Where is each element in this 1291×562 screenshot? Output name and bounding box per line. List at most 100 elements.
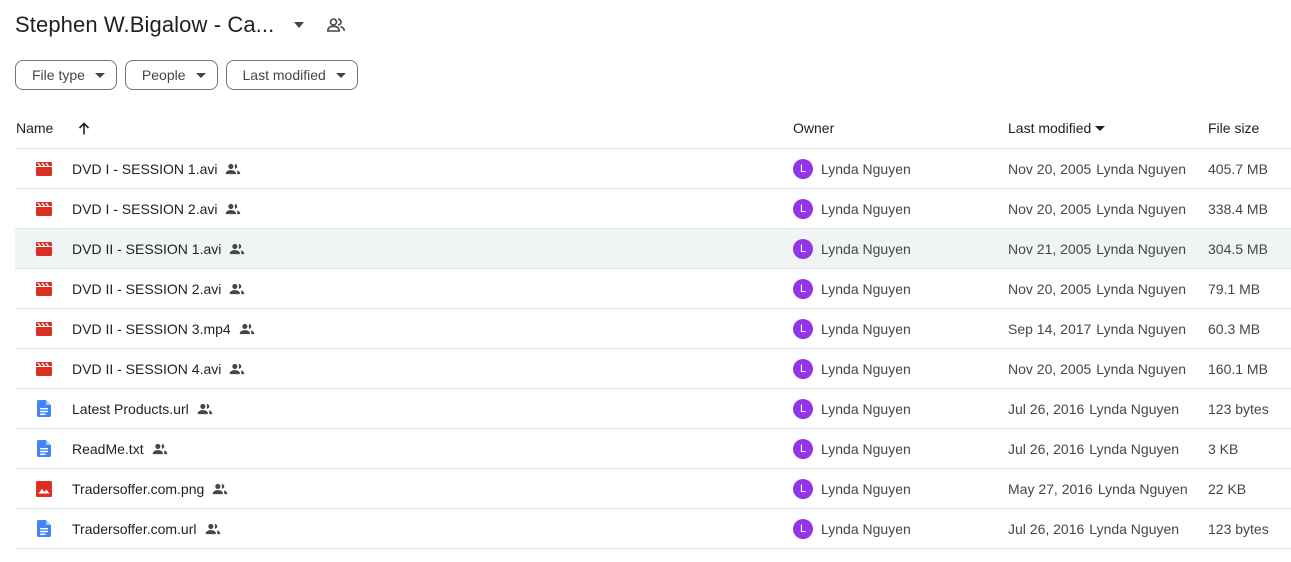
document-file-icon [35, 389, 53, 428]
file-size: 405.7 MB [1208, 160, 1268, 177]
image-file-icon [35, 469, 53, 508]
file-name-cell[interactable]: Tradersoffer.com.url [72, 509, 221, 548]
last-modified-cell: Sep 14, 2017 Lynda Nguyen [1008, 309, 1186, 348]
file-name: Tradersoffer.com.url [72, 520, 197, 537]
owner-cell: L Lynda Nguyen [793, 269, 911, 308]
filter-last-modified[interactable]: Last modified [225, 60, 358, 90]
file-name-cell[interactable]: DVD II - SESSION 4.avi [72, 349, 245, 388]
owner-cell: L Lynda Nguyen [793, 229, 911, 268]
modified-date: Jul 26, 2016 [1008, 400, 1085, 417]
video-file-icon [35, 269, 53, 308]
file-name-cell[interactable]: DVD II - SESSION 3.mp4 [72, 309, 255, 348]
file-size: 60.3 MB [1208, 320, 1261, 337]
shared-people-icon [205, 523, 221, 535]
shared-people-icon [152, 443, 168, 455]
table-row[interactable]: Latest Products.url L Lynda Nguyen Jul 26, … [15, 389, 1291, 429]
file-name-cell[interactable]: ReadMe.txt [72, 429, 168, 468]
last-modified-cell: Nov 21, 2005 Lynda Nguyen [1008, 229, 1186, 268]
table-row[interactable]: DVD I - SESSION 1.avi L Lynda Nguyen Nov 20… [15, 149, 1291, 189]
file-size: 123 bytes [1208, 520, 1269, 537]
avatar: L [793, 198, 813, 219]
file-name: Latest Products.url [72, 400, 189, 417]
column-header-last-modified[interactable]: Last modified [1008, 108, 1106, 148]
shared-people-icon[interactable] [324, 13, 348, 37]
file-name: DVD I - SESSION 1.avi [72, 160, 218, 177]
owner-name: Lynda Nguyen [821, 360, 911, 377]
file-name: DVD II - SESSION 1.avi [72, 240, 222, 257]
file-size: 304.5 MB [1208, 240, 1268, 257]
filter-file-type[interactable]: File type [15, 60, 117, 90]
table-row[interactable]: DVD II - SESSION 2.avi L Lynda Nguyen Nov 2… [15, 269, 1291, 309]
owner-cell: L Lynda Nguyen [793, 469, 911, 508]
owner-name: Lynda Nguyen [821, 320, 911, 337]
sort-arrow-up-icon[interactable] [75, 108, 93, 148]
file-name-cell[interactable]: Latest Products.url [72, 389, 213, 428]
owner-cell: L Lynda Nguyen [793, 189, 911, 228]
file-name-cell[interactable]: DVD II - SESSION 2.avi [72, 269, 245, 308]
table-row[interactable]: DVD II - SESSION 3.mp4 L Lynda Nguyen Sep 1… [15, 309, 1291, 349]
last-modified-cell: Nov 20, 2005 Lynda Nguyen [1008, 269, 1186, 308]
last-modified-cell: Jul 26, 2016 Lynda Nguyen [1008, 509, 1179, 548]
table-row[interactable]: DVD II - SESSION 1.avi L Lynda Nguyen Nov 2… [15, 229, 1291, 269]
table-body: DVD I - SESSION 1.avi L Lynda Nguyen Nov 20… [15, 149, 1291, 549]
table-row[interactable]: ReadMe.txt L Lynda Nguyen Jul 26, 2016 Lynda… [15, 429, 1291, 469]
folder-menu-caret-icon[interactable] [288, 14, 310, 36]
chevron-down-icon [335, 72, 346, 78]
modified-by: Lynda Nguyen [1096, 200, 1187, 217]
shared-people-icon [229, 243, 245, 255]
owner-name: Lynda Nguyen [821, 520, 911, 537]
filter-label: File type [32, 67, 85, 83]
file-size: 22 KB [1208, 480, 1247, 497]
modified-date: Nov 21, 2005 [1008, 240, 1092, 257]
file-name: DVD II - SESSION 4.avi [72, 360, 222, 377]
column-header-file-size: File size [1208, 120, 1260, 136]
file-name-cell[interactable]: Tradersoffer.com.png [72, 469, 228, 508]
modified-by: Lynda Nguyen [1089, 440, 1180, 457]
folder-header: Stephen W.Bigalow - Ca... [15, 8, 348, 42]
owner-cell: L Lynda Nguyen [793, 389, 911, 428]
owner-name: Lynda Nguyen [821, 160, 911, 177]
modified-by: Lynda Nguyen [1096, 160, 1187, 177]
filter-label: Last modified [242, 67, 326, 83]
file-name-cell[interactable]: DVD II - SESSION 1.avi [72, 229, 245, 268]
file-name: Tradersoffer.com.png [72, 480, 205, 497]
avatar: L [793, 158, 813, 179]
modified-date: Nov 20, 2005 [1008, 360, 1092, 377]
folder-title[interactable]: Stephen W.Bigalow - Ca... [15, 12, 274, 38]
file-size: 160.1 MB [1208, 360, 1268, 377]
modified-date: Nov 20, 2005 [1008, 200, 1092, 217]
avatar: L [793, 438, 813, 459]
file-name: DVD II - SESSION 2.avi [72, 280, 222, 297]
avatar: L [793, 478, 813, 499]
video-file-icon [35, 149, 53, 188]
owner-name: Lynda Nguyen [821, 240, 911, 257]
table-row[interactable]: Tradersoffer.com.png L Lynda Nguyen May 27,… [15, 469, 1291, 509]
file-name: ReadMe.txt [72, 440, 144, 457]
column-header-name[interactable]: Name [16, 108, 53, 148]
table-row[interactable]: DVD I - SESSION 2.avi L Lynda Nguyen Nov 20… [15, 189, 1291, 229]
last-modified-cell: Nov 20, 2005 Lynda Nguyen [1008, 149, 1186, 188]
modified-date: Jul 26, 2016 [1008, 440, 1085, 457]
file-size: 3 KB [1208, 440, 1239, 457]
modified-by: Lynda Nguyen [1089, 520, 1180, 537]
filter-label: People [141, 67, 186, 83]
video-file-icon [35, 309, 53, 348]
avatar: L [793, 238, 813, 259]
file-name-cell[interactable]: DVD I - SESSION 1.avi [72, 149, 241, 188]
filter-people[interactable]: People [124, 60, 218, 90]
file-name-cell[interactable]: DVD I - SESSION 2.avi [72, 189, 241, 228]
shared-people-icon [239, 323, 255, 335]
column-header-owner: Owner [793, 120, 835, 136]
last-modified-cell: Nov 20, 2005 Lynda Nguyen [1008, 189, 1186, 228]
modified-date: Jul 26, 2016 [1008, 520, 1085, 537]
video-file-icon [35, 229, 53, 268]
video-file-icon [35, 189, 53, 228]
owner-cell: L Lynda Nguyen [793, 509, 911, 548]
last-modified-cell: Jul 26, 2016 Lynda Nguyen [1008, 429, 1179, 468]
chevron-down-icon [1095, 125, 1106, 131]
shared-people-icon [225, 163, 241, 175]
table-row[interactable]: Tradersoffer.com.url L Lynda Nguyen Jul 26,… [15, 509, 1291, 549]
file-size: 338.4 MB [1208, 200, 1268, 217]
owner-cell: L Lynda Nguyen [793, 349, 911, 388]
table-row[interactable]: DVD II - SESSION 4.avi L Lynda Nguyen Nov 2… [15, 349, 1291, 389]
